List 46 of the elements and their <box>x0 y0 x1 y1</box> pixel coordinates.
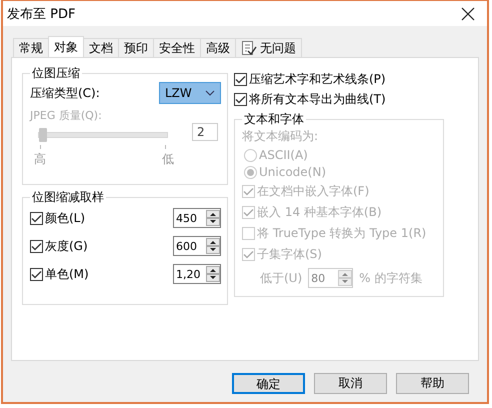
chevron-down-icon <box>205 90 215 96</box>
checkbox-label: 灰度(G) <box>45 238 88 254</box>
compression-type-dropdown[interactable]: LZW <box>159 82 221 104</box>
resolution-spinbox[interactable]: 1,20 <box>173 264 221 284</box>
tab[interactable]: 对象 <box>48 36 84 57</box>
tab[interactable]: 文档 <box>83 38 119 57</box>
group-title: 位图压缩 <box>31 65 81 82</box>
checkbox[interactable] <box>30 212 43 224</box>
checkbox-label: 嵌入 14 种基本字体(B) <box>257 204 382 221</box>
checkbox[interactable] <box>234 73 247 86</box>
radio-label: Unicode(N) <box>259 165 326 179</box>
jpeg-quality-label: JPEG 质量(Q): <box>30 109 102 122</box>
checkbox-label: 单色(M) <box>45 266 89 282</box>
checkbox-label: 在文档中嵌入字体(F) <box>257 183 370 200</box>
checkbox-label: 子集字体(S) <box>257 246 322 263</box>
checkbox[interactable] <box>30 240 43 252</box>
encoding-label: 将文本编码为: <box>242 128 320 145</box>
radio-label: ASCII(A) <box>259 148 308 162</box>
tab[interactable]: 常规 <box>13 38 49 57</box>
group-title: 位图缩减取样 <box>31 189 105 206</box>
spin-arrows-icon[interactable] <box>206 266 220 282</box>
dialog-button[interactable]: 帮助 <box>396 373 469 394</box>
low-label: 低 <box>162 151 174 168</box>
charset-suffix-label: % 的字符集 <box>359 270 422 286</box>
resolution-spinbox[interactable]: 600 <box>173 236 221 256</box>
compression-type-label: 压缩类型(C): <box>30 84 100 102</box>
checkbox-label: 压缩艺术字和艺术线条(P) <box>249 71 386 88</box>
checklist-icon <box>241 40 257 56</box>
window-title: 发布至 PDF <box>7 6 76 22</box>
checkbox-label: 颜色(L) <box>45 210 86 226</box>
checkbox[interactable] <box>234 93 247 106</box>
dialog-button[interactable]: 取消 <box>314 373 387 394</box>
high-label: 高 <box>34 151 46 168</box>
spin-arrows-icon[interactable] <box>206 210 220 226</box>
checkbox-label: 将所有文本导出为曲线(T) <box>249 91 386 108</box>
tab[interactable]: 无问题 <box>235 38 302 57</box>
checkbox-label: 将 TrueType 转换为 Type 1(R) <box>257 225 426 242</box>
spin-arrows-icon[interactable] <box>206 238 220 254</box>
tab[interactable]: 预印 <box>118 38 154 57</box>
close-icon[interactable] <box>461 6 475 20</box>
resolution-spinbox[interactable]: 450 <box>173 208 221 228</box>
below-label: 低于(U) <box>260 270 302 286</box>
dialog-button[interactable]: 确定 <box>232 373 305 394</box>
group-title: 文本和字体 <box>243 111 305 128</box>
tab[interactable]: 安全性 <box>153 38 201 57</box>
checkbox[interactable] <box>30 268 43 280</box>
